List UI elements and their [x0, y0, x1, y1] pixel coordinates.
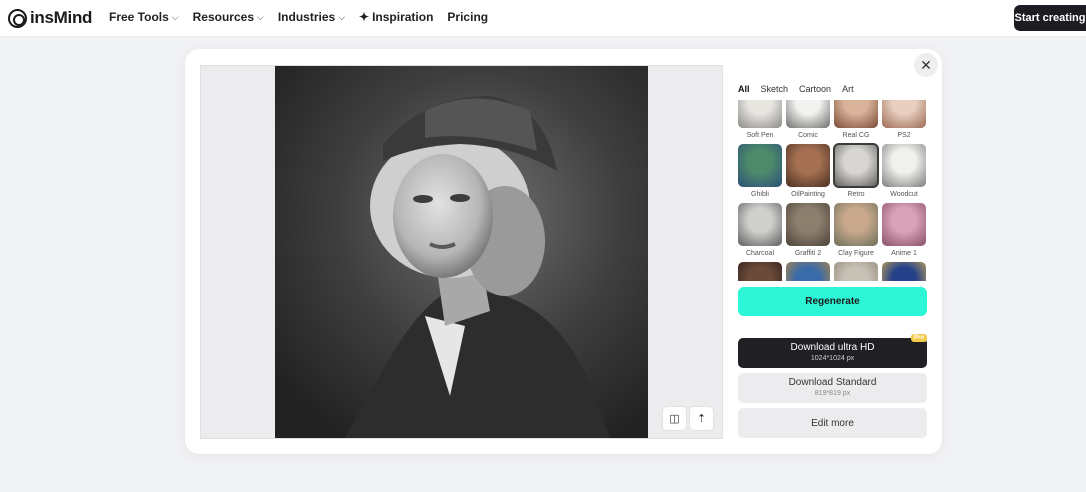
logo-text: insMind [30, 8, 93, 27]
style-label: OilPainting [791, 191, 825, 198]
close-icon[interactable]: ✕ [914, 53, 938, 77]
style-label: Ghibli [751, 191, 769, 198]
insmind-logo[interactable]: insMind [8, 8, 92, 28]
style-thumbnail [786, 100, 830, 128]
tab-all[interactable]: All [738, 84, 750, 94]
nav-industries[interactable]: Industries ⌵ [278, 10, 345, 24]
regenerate-button[interactable]: Regenerate [738, 287, 927, 316]
main-nav: Free Tools ⌵ Resources ⌵ Industries ⌵ ✦ … [109, 10, 502, 24]
style-option[interactable] [738, 262, 782, 281]
style-option[interactable]: Woodcut [882, 144, 926, 198]
tab-cartoon[interactable]: Cartoon [799, 84, 831, 94]
chevron-down-icon: ⌵ [338, 11, 346, 22]
download-ultra-hd-label: Download ultra HD [790, 342, 875, 353]
style-thumbnail [882, 144, 926, 187]
style-label: Charcoal [745, 250, 774, 257]
nav-inspiration[interactable]: ✦ Inspiration [359, 10, 433, 24]
download-standard-label: Download Standard [788, 377, 877, 388]
style-option[interactable] [882, 262, 926, 281]
nav-industries-label: Industries [277, 10, 336, 24]
tab-sketch[interactable]: Sketch [761, 84, 789, 94]
style-thumbnail [834, 100, 878, 128]
chevron-down-icon: ⌵ [257, 11, 264, 22]
edit-more-button[interactable]: Edit more [738, 408, 927, 438]
logo-mark-icon [8, 8, 27, 28]
style-option[interactable]: Soft Pen [738, 100, 782, 139]
style-thumbnail [738, 262, 782, 281]
sparkle-icon: ✦ [359, 10, 370, 24]
style-option[interactable] [834, 262, 878, 281]
pro-badge: Pro [910, 334, 927, 342]
style-label: Soft Pen [746, 132, 774, 139]
style-option[interactable]: OilPainting [786, 144, 830, 198]
share-icon[interactable]: ⇡ [689, 406, 714, 431]
style-option[interactable]: PS2 [882, 100, 926, 139]
download-standard-button[interactable]: Download Standard 819*819 px [738, 373, 927, 403]
style-option[interactable]: Clay Figure [834, 203, 878, 257]
start-creating-button[interactable]: Start creating [1014, 5, 1086, 31]
chevron-down-icon: ⌵ [171, 11, 179, 22]
style-option[interactable]: Real CG [834, 100, 878, 139]
style-category-tabs: All Sketch Cartoon Art [738, 84, 854, 94]
style-option[interactable] [786, 262, 830, 281]
style-thumbnail [738, 100, 782, 128]
style-thumbnail [882, 100, 926, 128]
nav-pricing[interactable]: Pricing [447, 10, 488, 24]
style-thumbnail [882, 262, 926, 281]
download-ultra-hd-button[interactable]: Pro Download ultra HD 1024*1024 px [738, 334, 927, 368]
style-thumbnail [834, 203, 878, 246]
style-thumbnail [738, 203, 782, 246]
nav-free-tools[interactable]: Free Tools ⌵ [109, 10, 179, 24]
style-thumbnail [833, 143, 879, 188]
result-modal: ✕ ◫ ⇡ All Sketch Cartoon Art Soft Pen Co… [185, 49, 942, 454]
style-option[interactable]: Comic [786, 100, 830, 139]
style-thumbnail [786, 203, 830, 246]
nav-resources[interactable]: Resources ⌵ [193, 10, 264, 24]
compare-icon[interactable]: ◫ [662, 406, 687, 431]
download-ultra-hd-size: 1024*1024 px [810, 355, 855, 362]
style-label: Graffiti 2 [794, 250, 822, 257]
style-thumbnail [834, 262, 878, 281]
retro-portrait-illustration [275, 66, 648, 438]
style-thumbnail [738, 144, 782, 187]
style-label: Anime 1 [891, 250, 917, 257]
style-label: Real CG [842, 132, 870, 139]
tab-art[interactable]: Art [842, 84, 854, 94]
style-option[interactable]: Charcoal [738, 203, 782, 257]
style-thumbnail [786, 262, 830, 281]
style-option[interactable]: Ghibli [738, 144, 782, 198]
style-label: PS2 [897, 132, 911, 139]
style-label: Woodcut [890, 191, 918, 198]
style-thumbnail [786, 144, 830, 187]
nav-free-tools-label: Free Tools [109, 10, 169, 24]
top-navigation-bar: insMind Free Tools ⌵ Resources ⌵ Industr… [0, 0, 1086, 37]
style-option[interactable]: Anime 1 [882, 203, 926, 257]
style-thumbnail [882, 203, 926, 246]
style-option[interactable]: Retro [833, 143, 879, 198]
nav-resources-label: Resources [192, 10, 254, 24]
style-grid[interactable]: Soft Pen Comic Real CG PS2 Ghibli OilPainting… [738, 100, 928, 281]
nav-inspiration-label: Inspiration [372, 10, 434, 24]
nav-pricing-label: Pricing [447, 10, 489, 24]
style-option[interactable]: Graffiti 2 [786, 203, 830, 257]
style-label: Comic [798, 132, 818, 139]
download-standard-size: 819*819 px [814, 390, 851, 397]
style-label: Clay Figure [838, 250, 874, 257]
image-preview-area: ◫ ⇡ [200, 65, 723, 439]
style-label: Retro [847, 191, 865, 198]
generated-portrait-image [275, 66, 648, 438]
